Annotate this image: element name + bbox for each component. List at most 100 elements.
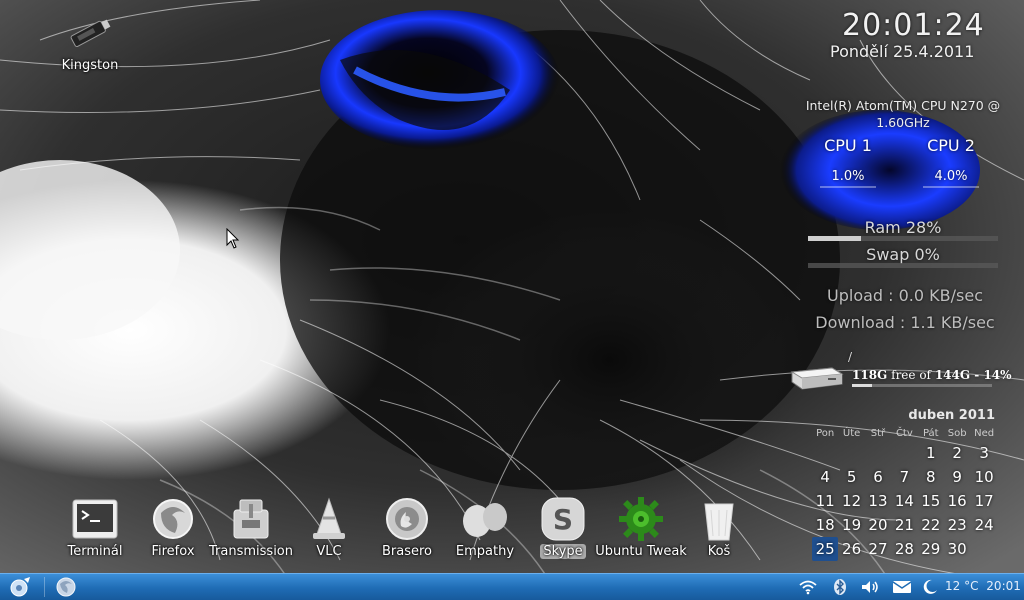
conky-upload: Upload : 0.0 KB/sec <box>827 286 983 305</box>
calendar-days: 1 2 3 4 5 6 7 8 9 10 11 12 13 14 15 16 17 18 19 20 21 22 23 24 2… <box>812 441 998 561</box>
calendar-day: 21 <box>894 516 914 534</box>
conky-calendar: duben 2011 Pon Úte Stř Čtv Pát Sob Ned 1234567… <box>812 408 998 561</box>
mouse-pointer-icon <box>226 228 240 249</box>
calendar-day: 26 <box>842 540 862 558</box>
calendar-day: 14 <box>894 492 914 510</box>
calendar-day: 13 <box>868 492 888 510</box>
wifi-icon <box>799 580 817 595</box>
dock-item-label: Koš <box>707 544 731 559</box>
conky-ram-bar <box>808 236 998 241</box>
dock-item-ubuntu-tweak[interactable]: Ubuntu Tweak <box>595 494 687 570</box>
calendar-day: 6 <box>873 468 883 486</box>
dock-item-label: Firefox <box>151 544 195 559</box>
disk-mount-point: / <box>848 350 853 364</box>
calendar-day: 24 <box>974 516 994 534</box>
brasero-disc-icon <box>382 494 432 544</box>
calendar-week: 11 12 13 14 15 16 17 <box>812 489 998 513</box>
conky-swap-label: Swap 0% <box>866 245 940 264</box>
calendar-weekday: Stř <box>870 427 886 439</box>
firefox-icon <box>148 494 198 544</box>
tray-weather[interactable] <box>918 576 942 598</box>
calendar-day: 23 <box>947 516 967 534</box>
moon-weather-icon <box>923 579 937 594</box>
calendar-day: 17 <box>974 492 994 510</box>
dock-item-vlc[interactable]: VLC <box>290 494 368 570</box>
tray-mail[interactable] <box>890 576 914 598</box>
calendar-week: 4 5 6 7 8 9 10 <box>812 465 998 489</box>
calendar-day: 25 <box>812 537 839 561</box>
calendar-day: 7 <box>899 468 910 486</box>
disk-free: 118G <box>852 368 888 382</box>
calendar-month: duben 2011 <box>908 408 995 423</box>
bluetooth-icon <box>834 579 846 595</box>
conky-ram-label: Ram 28% <box>864 218 942 237</box>
svg-text:S: S <box>553 503 573 536</box>
transmission-icon <box>226 494 276 544</box>
conky-clock-time: 20:01:24 <box>842 8 985 43</box>
dock-item-label: Skype <box>540 544 586 559</box>
cpu2-value: 4.0% <box>934 169 968 184</box>
tray-wifi[interactable] <box>796 576 820 598</box>
calendar-weekday: Ned <box>974 427 995 439</box>
desktop-icon-kingston[interactable]: Kingston <box>55 14 125 73</box>
dock-item-label: Terminál <box>67 544 123 559</box>
dock-item-skype[interactable]: S Skype <box>524 494 602 570</box>
dock-item-firefox[interactable]: Firefox <box>134 494 212 570</box>
cpu1-value: 1.0% <box>831 169 865 184</box>
conky-disk: / 118G free of 144G - 14% <box>788 348 1014 390</box>
panel-weather-clock[interactable]: 12 °C 20:01 <box>945 579 1021 593</box>
calendar-week: 123 <box>812 441 998 465</box>
calendar-day <box>865 441 891 465</box>
conky-swap-bar <box>808 263 998 268</box>
calendar-day <box>970 537 998 561</box>
calendar-day: 2 <box>952 444 962 462</box>
calendar-weekday: Čtv <box>895 427 913 439</box>
calendar-day: 16 <box>947 492 967 510</box>
tray-volume[interactable] <box>858 576 882 598</box>
panel-firefox-launcher[interactable] <box>52 575 80 599</box>
calendar-weekday: Pát <box>922 427 939 439</box>
dock-item-terminál[interactable]: Terminál <box>56 494 134 570</box>
conky-cpu1: CPU 1 1.0% <box>807 136 889 188</box>
dock-item-koš[interactable]: Koš <box>680 494 758 570</box>
dock-item-empathy[interactable]: Empathy <box>446 494 524 570</box>
volume-icon <box>862 581 878 593</box>
calendar-weekday: Pon <box>816 427 835 439</box>
main-menu-icon <box>10 577 30 597</box>
calendar-day <box>838 441 864 465</box>
calendar-day: 1 <box>925 444 936 462</box>
calendar-day: 20 <box>868 516 888 534</box>
cpu1-label: CPU 1 <box>824 136 872 155</box>
dock-item-label: Empathy <box>455 544 515 559</box>
disk-usage-fill <box>852 384 872 387</box>
disk-total: 144G - 14% <box>934 368 1012 382</box>
calendar-day: 27 <box>868 540 888 558</box>
main-menu-button[interactable] <box>4 575 38 599</box>
calendar-day: 29 <box>921 540 941 558</box>
calendar-day: 10 <box>974 468 994 486</box>
calendar-day: 19 <box>842 516 862 534</box>
calendar-weekday: Sob <box>947 427 967 439</box>
calendar-weekday: Úte <box>842 427 861 439</box>
dock-item-transmission[interactable]: Transmission <box>209 494 293 570</box>
dock-item-brasero[interactable]: Brasero <box>368 494 446 570</box>
tray-bluetooth[interactable] <box>828 576 852 598</box>
calendar-day: 15 <box>921 492 941 510</box>
conky-cpu-model: Intel(R) Atom(TM) CPU N270 @ 1.60GHz <box>805 98 1001 130</box>
disk-usage-bar <box>852 384 992 387</box>
calendar-day: 22 <box>921 516 941 534</box>
dock: Terminál Firefox Transmission VLC Brasero Emp… <box>56 494 758 570</box>
panel-separator <box>44 577 45 597</box>
calendar-grid: Pon Úte Stř Čtv Pát Sob Ned 1 2 3 4 5 6 7 8 9 10 11 12 13 1… <box>812 425 998 561</box>
calendar-day: 12 <box>842 492 862 510</box>
cpu2-underline <box>923 186 979 188</box>
conky-clock-date: Pondělí 25.4.2011 <box>830 42 975 61</box>
calendar-day <box>812 441 838 465</box>
firefox-icon <box>56 577 76 597</box>
mail-icon <box>892 581 912 593</box>
vlc-cone-icon <box>304 494 354 544</box>
calendar-day: 5 <box>846 468 857 486</box>
weather-temperature: 12 °C <box>945 579 979 593</box>
ubuntu-tweak-gear-icon <box>616 494 666 544</box>
conky-cpu2: CPU 2 4.0% <box>910 136 992 188</box>
